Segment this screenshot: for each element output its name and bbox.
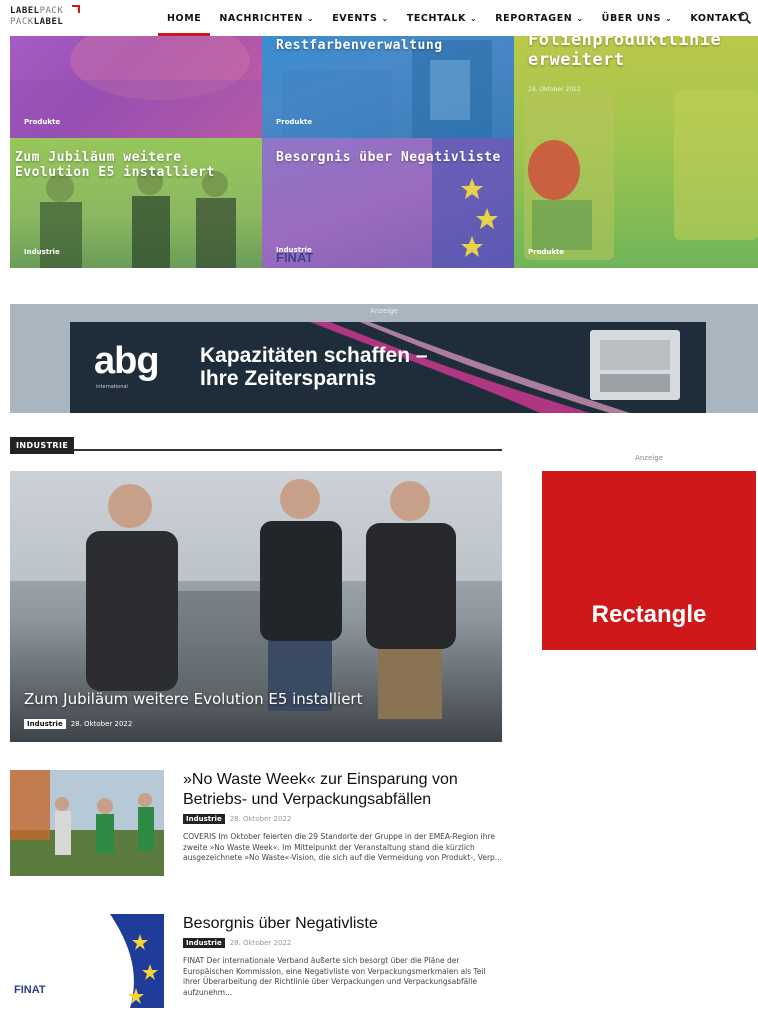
article-category-badge[interactable]: Industrie: [183, 938, 225, 948]
article-thumbnail[interactable]: FINAT: [10, 914, 164, 1008]
nav-kontakt-label: KONTAKT: [690, 12, 745, 24]
main-nav: HOME NACHRICHTEN ⌄ EVENTS ⌄ TECHTALK ⌄ REPO…: [158, 0, 753, 36]
nav-home[interactable]: HOME: [158, 0, 211, 36]
hero-tile-3[interactable]: Folienproduktlinie erweitert 28. Oktober…: [514, 0, 758, 268]
logo-text-label: LABEL: [10, 6, 40, 16]
article-date: 28. Oktober 2022: [229, 815, 292, 823]
article-title[interactable]: »No Waste Week« zur Einsparung von Betri…: [183, 770, 503, 810]
rectangle-ad-text: Rectangle: [591, 601, 707, 628]
featured-article[interactable]: Zum Jubiläum weitere Evolution E5 instal…: [10, 471, 502, 742]
side-ad-label: Anzeige: [635, 454, 663, 462]
nav-techtalk-label: TECHTALK: [406, 12, 466, 24]
chevron-down-icon: ⌄: [576, 13, 584, 23]
article-excerpt: COVERIS Im Oktober feierten die 29 Stand…: [183, 832, 502, 862]
banner-headline-line2: Ihre Zeitersparnis: [200, 367, 377, 390]
finat-logo: FINAT: [276, 250, 314, 265]
banner-headline-line1: Kapazitäten schaffen –: [200, 344, 428, 367]
article-thumbnail-image: [10, 770, 164, 876]
abg-banner-ad[interactable]: abg international Kapazitäten schaffen –…: [70, 322, 706, 413]
list-item[interactable]: »No Waste Week« zur Einsparung von Betri…: [10, 770, 502, 880]
nav-home-label: HOME: [167, 12, 202, 24]
article-title[interactable]: Besorgnis über Negativliste: [183, 914, 503, 934]
chevron-down-icon: ⌄: [381, 13, 389, 23]
nav-ueber-uns-label: ÜBER UNS: [601, 12, 662, 24]
top-navigation-bar: LABELPACK PACKLABEL HOME NACHRICHTEN ⌄ EV…: [0, 0, 758, 36]
nav-nachrichten-label: NACHRICHTEN: [219, 12, 303, 24]
logo-corner-mark: [72, 5, 80, 13]
nav-events-label: EVENTS: [332, 12, 378, 24]
chevron-down-icon: ⌄: [306, 13, 315, 23]
nav-reportagen-label: REPORTAGEN: [495, 12, 573, 24]
featured-article-title: Zum Jubiläum weitere Evolution E5 instal…: [24, 690, 363, 708]
hero-tile-4-title: Zum Jubiläum weitere Evolution E5 instal…: [15, 150, 215, 180]
article-meta: Industrie 28. Oktober 2022: [183, 814, 291, 824]
nav-ueber-uns[interactable]: ÜBER UNS ⌄: [593, 0, 682, 36]
finat-logo: FINAT: [14, 984, 46, 996]
featured-date: 28. Oktober 2022: [70, 720, 133, 728]
chevron-down-icon: ⌄: [469, 13, 478, 23]
hero-tile-3-title: Folienproduktlinie erweitert: [528, 30, 722, 70]
nav-events[interactable]: EVENTS ⌄: [323, 0, 398, 36]
logo-text-pack-2: PACK: [10, 17, 34, 27]
article-meta: Industrie 28. Oktober 2022: [183, 938, 291, 948]
hero-tile-1-category: Produkte: [24, 118, 61, 126]
nav-reportagen[interactable]: REPORTAGEN ⌄: [486, 0, 592, 36]
section-header-industrie: INDUSTRIE: [10, 433, 502, 454]
article-date: 28. Oktober 2022: [229, 939, 292, 947]
site-logo[interactable]: LABELPACK PACKLABEL: [10, 5, 80, 28]
rectangle-ad[interactable]: Rectangle: [542, 471, 756, 650]
hero-tile-4[interactable]: Zum Jubiläum weitere Evolution E5 instal…: [10, 138, 262, 268]
search-icon[interactable]: [738, 10, 752, 25]
hero-tile-5[interactable]: Besorgnis über Negativliste Industrie FI…: [262, 138, 514, 268]
abg-logo-sub: international: [96, 384, 128, 390]
hero-tile-3-category: Produkte: [528, 248, 565, 256]
featured-category-badge[interactable]: Industrie: [24, 719, 66, 729]
abg-logo: abg: [94, 340, 160, 382]
hero-tile-5-title: Besorgnis über Negativliste: [276, 150, 501, 165]
hero-tile-2-category: Produkte: [276, 118, 313, 126]
logo-text-pack: PACK: [39, 6, 64, 16]
list-item[interactable]: FINAT Besorgnis über Negativliste Indust…: [10, 914, 502, 1010]
banner-headline: Kapazitäten schaffen – Ihre Zeitersparni…: [200, 344, 428, 390]
nav-nachrichten[interactable]: NACHRICHTEN ⌄: [210, 0, 323, 36]
featured-article-meta: Industrie 28. Oktober 2022: [24, 719, 132, 729]
hero-tile-4-category: Industrie: [24, 248, 60, 256]
article-thumbnail[interactable]: [10, 770, 164, 876]
article-excerpt: FINAT Der internationale Verband äußerte…: [183, 956, 486, 997]
hero-tile-2-title: Restfarbenverwaltung: [276, 38, 443, 53]
section-label[interactable]: INDUSTRIE: [10, 437, 75, 454]
ad-label: Anzeige: [370, 307, 398, 315]
nav-techtalk[interactable]: TECHTALK ⌄: [398, 0, 487, 36]
chevron-down-icon: ⌄: [665, 13, 673, 23]
logo-text-label-2: LABEL: [33, 17, 64, 27]
article-category-badge[interactable]: Industrie: [183, 814, 225, 824]
ad-strip: Anzeige abg international Kapazitäten sc…: [10, 304, 758, 413]
hero-tile-3-date: 28. Oktober 2022: [528, 86, 581, 93]
